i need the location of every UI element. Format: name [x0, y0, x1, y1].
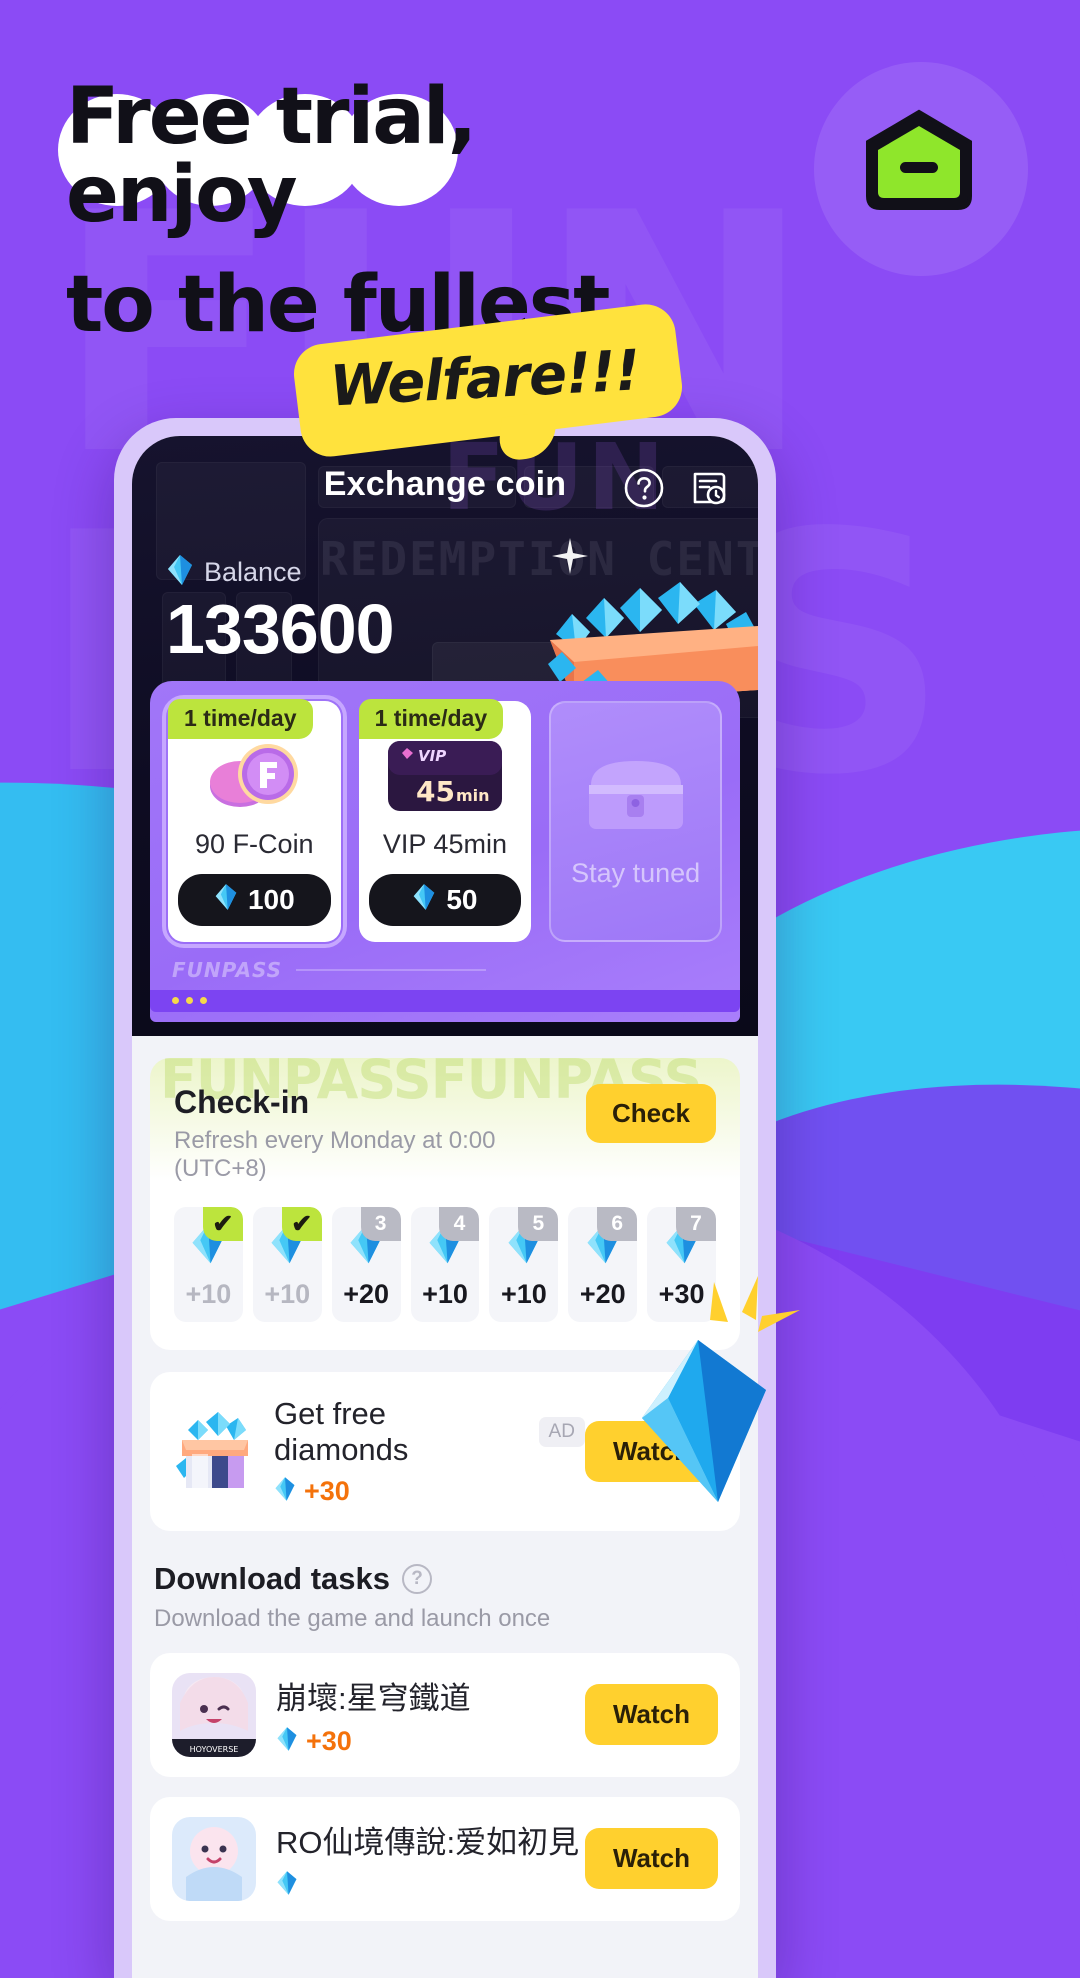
- funpass-logo-icon: [856, 104, 982, 225]
- question-circle-icon[interactable]: [622, 466, 666, 510]
- phone-mockup-frame: FUN REDEMPTION CENTER Exchange coin: [114, 418, 776, 1978]
- exchange-card-name: 90 F-Coin: [195, 828, 314, 859]
- download-task-reward: +30: [276, 1726, 471, 1757]
- ad-task-title-row: Get free diamonds AD: [274, 1396, 585, 1468]
- exchange-panel-footer: FUNPASS: [168, 958, 722, 982]
- game-thumbnail: HOYOVERSE: [172, 1672, 256, 1757]
- diamond-icon: [274, 1476, 296, 1507]
- exchange-card-locked: Stay tuned: [549, 700, 722, 942]
- checkin-day-badge: 5: [518, 1206, 559, 1241]
- exchange-card-price-value: 50: [446, 883, 478, 915]
- svg-text:HOYOVERSE: HOYOVERSE: [190, 1745, 239, 1754]
- funpass-brand-label: FUNPASS: [172, 957, 283, 982]
- exchange-hero-header: FUN REDEMPTION CENTER Exchange coin: [132, 436, 758, 1036]
- diamond-gift-box-icon: [172, 1412, 256, 1490]
- checkin-day-tile[interactable]: 3 +20: [331, 1206, 401, 1322]
- svg-text:min: min: [456, 786, 490, 805]
- game-thumbnail: [172, 1816, 256, 1901]
- exchange-card-f-coin[interactable]: 1 time/day 90 F-Coin 100: [162, 694, 347, 948]
- locked-treasure-chest-icon: [581, 747, 691, 844]
- ad-badge: AD: [538, 1416, 585, 1447]
- balance-block: Balance 133600: [132, 532, 758, 702]
- watch-task-button[interactable]: Watch: [584, 1828, 718, 1889]
- big-diamond-icon: [632, 1336, 782, 1506]
- hero-action-buttons: [622, 466, 732, 510]
- svg-text:45: 45: [416, 775, 455, 808]
- download-tasks-title-row: Download tasks ?: [154, 1561, 740, 1597]
- diamond-icon: [214, 883, 238, 916]
- watch-task-button[interactable]: Watch: [584, 1684, 718, 1745]
- exchange-card-price[interactable]: 50: [368, 873, 522, 926]
- checkin-day-tile[interactable]: ✔ +10: [174, 1206, 243, 1322]
- checkin-day-amount: +10: [422, 1278, 468, 1309]
- check-button[interactable]: Check: [585, 1083, 716, 1143]
- footer-rule: [296, 968, 487, 971]
- diamond-icon: [276, 1870, 298, 1901]
- checkin-header: Check-in Refresh every Monday at 0:00 (U…: [174, 1083, 716, 1183]
- checkin-day-amount: +10: [264, 1278, 311, 1309]
- download-task-row[interactable]: HOYOVERSE 崩壞:星穹鐵道 +30 Watch: [150, 1652, 740, 1777]
- exchange-card-limit-tag: 1 time/day: [168, 698, 313, 739]
- exchange-card-name: VIP 45min: [382, 828, 507, 859]
- diamond-icon: [276, 1726, 298, 1757]
- vip-45min-card-icon: VIP 45 min: [369, 739, 522, 813]
- checkin-title: Check-in: [174, 1083, 310, 1120]
- checkin-subtitle: Refresh every Monday at 0:00 (UTC+8): [174, 1126, 496, 1182]
- download-task-name: 崩壞:星穹鐵道: [276, 1680, 471, 1716]
- exchange-card-limit-tag: 1 time/day: [358, 698, 504, 739]
- question-circle-icon[interactable]: ?: [402, 1563, 432, 1594]
- ad-task-reward-value: +30: [304, 1475, 350, 1506]
- download-task-texts: RO仙境傳說:爱如初見: [276, 1817, 579, 1901]
- diamond-icon: [412, 883, 436, 916]
- download-task-reward: [276, 1870, 579, 1901]
- checkin-day-tile[interactable]: 6 +20: [568, 1206, 638, 1322]
- checkin-day-badge: ✔: [202, 1206, 243, 1241]
- history-list-icon[interactable]: [688, 466, 732, 510]
- checkin-day-amount: +10: [185, 1278, 232, 1309]
- page-title: Exchange coin: [323, 464, 567, 503]
- checkin-day-badge: ✔: [281, 1206, 322, 1241]
- ad-task-reward: +30: [274, 1476, 585, 1507]
- download-task-reward-value: +30: [306, 1725, 352, 1756]
- headline-line-1: Free trial, enjoy: [58, 78, 706, 240]
- panel-pagination-dots: [150, 989, 740, 1012]
- checkin-day-badge: 3: [360, 1206, 401, 1241]
- exchange-card-name: Stay tuned: [571, 858, 701, 888]
- download-task-row[interactable]: RO仙境傳說:爱如初見 Watch: [150, 1796, 740, 1921]
- hero-topbar: Exchange coin: [132, 436, 758, 532]
- ad-task-title: Get free diamonds: [274, 1395, 409, 1467]
- checkin-day-tile[interactable]: 4 +10: [410, 1206, 480, 1322]
- exchange-card-price-value: 100: [247, 883, 295, 915]
- checkin-card: FUNPASSFUNPASS Check-in Refresh every Mo…: [150, 1058, 740, 1350]
- checkin-day-list: ✔ +10 ✔ +10 3 +20 4 +10 5 +10 6 +20 7 +30: [174, 1206, 717, 1322]
- f-coin-icon: [178, 739, 331, 813]
- exchange-card-price[interactable]: 100: [178, 873, 331, 926]
- ad-task-texts: Get free diamonds AD +30: [274, 1396, 585, 1507]
- checkin-day-amount: +20: [343, 1278, 390, 1309]
- balance-label: Balance: [204, 557, 302, 587]
- download-tasks-title: Download tasks: [154, 1560, 390, 1596]
- checkin-day-badge: 7: [676, 1206, 717, 1241]
- phone-screen: FUN REDEMPTION CENTER Exchange coin: [132, 436, 758, 1978]
- exchange-card-vip[interactable]: 1 time/day VIP 45 min VIP 45min 50: [358, 698, 532, 942]
- download-tasks-subtitle: Download the game and launch once: [154, 1604, 551, 1632]
- svg-text:VIP: VIP: [418, 747, 446, 765]
- checkin-day-tile[interactable]: 5 +10: [489, 1206, 559, 1322]
- download-task-texts: 崩壞:星穹鐵道 +30: [276, 1673, 471, 1757]
- welfare-badge-label: Welfare!!!: [328, 338, 642, 420]
- headline-rest-text: enjoy: [66, 150, 297, 240]
- exchange-panel: 1 time/day 90 F-Coin 100 1 time/day VIP …: [150, 680, 740, 1022]
- checkin-day-tile[interactable]: ✔ +10: [252, 1206, 322, 1322]
- exchange-card-list: 1 time/day 90 F-Coin 100 1 time/day VIP …: [162, 694, 722, 948]
- checkin-day-amount: +10: [500, 1278, 547, 1309]
- headline-highlight-text: Free trial,: [66, 72, 477, 162]
- checkin-day-badge: 4: [439, 1206, 480, 1241]
- checkin-day-amount: +20: [579, 1278, 626, 1309]
- download-task-list: HOYOVERSE 崩壞:星穹鐵道 +30 Watch RO仙境傳說:爱如初見 Watch: [150, 1652, 740, 1921]
- download-tasks-header: Download tasks ? Download the game and l…: [150, 1561, 740, 1633]
- diamond-icon: [166, 554, 194, 591]
- checkin-day-badge: 6: [597, 1206, 638, 1241]
- download-task-name: RO仙境傳說:爱如初見: [276, 1824, 580, 1860]
